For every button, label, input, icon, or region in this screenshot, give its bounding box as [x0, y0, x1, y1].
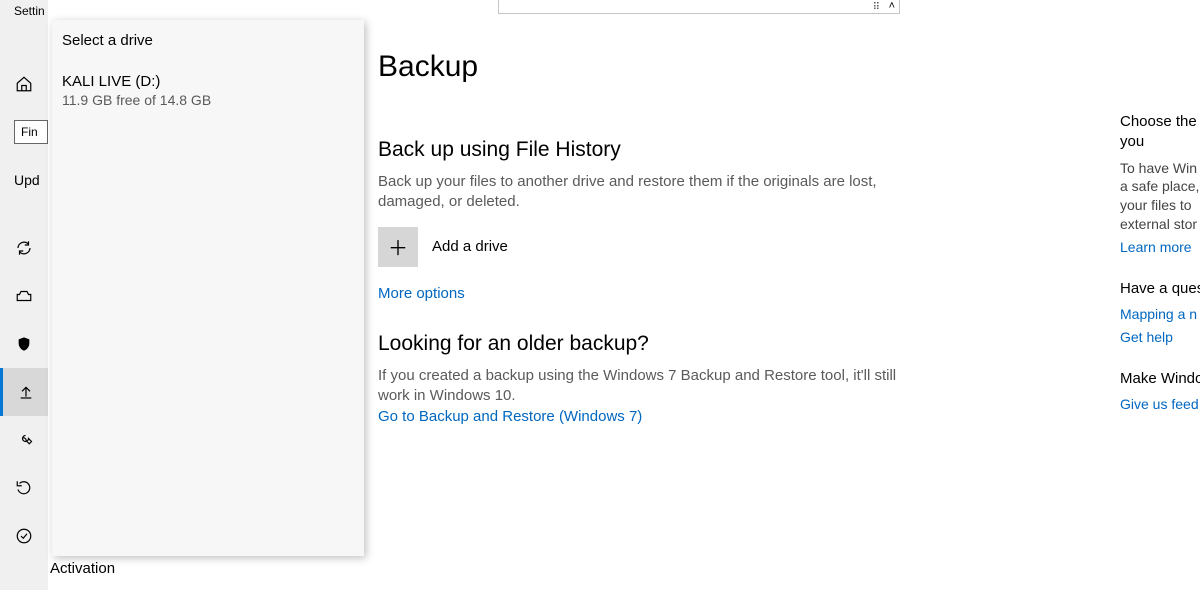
feedback-link[interactable]: Give us feed	[1120, 395, 1200, 414]
page-title: Backup	[378, 50, 1078, 84]
plus-icon: ＋	[388, 232, 408, 261]
find-setting-input[interactable]: Fin	[14, 120, 48, 144]
flyout-title: Select a drive	[62, 32, 354, 49]
help-heading-question: Have a ques	[1120, 279, 1200, 299]
activation-icon[interactable]	[0, 512, 48, 560]
update-label: Upd	[14, 172, 40, 188]
main-content: Backup Back up using File History Back u…	[378, 0, 1078, 425]
add-drive-button[interactable]: ＋	[378, 227, 418, 267]
file-history-desc: Back up your files to another drive and …	[378, 172, 928, 213]
backup-icon[interactable]	[0, 368, 48, 416]
activation-label[interactable]: Activation	[50, 560, 115, 577]
backup-restore-link[interactable]: Go to Backup and Restore (Windows 7)	[378, 408, 642, 425]
drive-option[interactable]: KALI LIVE (D:) 11.9 GB free of 14.8 GB	[62, 73, 354, 108]
recovery-icon[interactable]	[0, 464, 48, 512]
sync-icon[interactable]	[0, 224, 48, 272]
add-drive-row: ＋ Add a drive	[378, 227, 1078, 267]
get-help-link[interactable]: Get help	[1120, 328, 1200, 347]
delivery-optimization-icon[interactable]	[0, 272, 48, 320]
drive-name: KALI LIVE (D:)	[62, 73, 354, 90]
learn-more-link[interactable]: Learn more	[1120, 238, 1200, 257]
home-icon[interactable]	[0, 60, 48, 108]
select-drive-flyout: Select a drive KALI LIVE (D:) 11.9 GB fr…	[52, 20, 364, 556]
help-heading-choose: Choose the you	[1120, 112, 1200, 153]
help-heading-feedback: Make Windo	[1120, 369, 1200, 389]
settings-sidebar: Settin Fin Upd	[0, 0, 48, 590]
security-icon[interactable]	[0, 320, 48, 368]
more-options-link[interactable]: More options	[378, 285, 465, 302]
drive-free-space: 11.9 GB free of 14.8 GB	[62, 92, 354, 108]
troubleshoot-icon[interactable]	[0, 416, 48, 464]
older-backup-heading: Looking for an older backup?	[378, 332, 1078, 356]
mapping-link[interactable]: Mapping a n	[1120, 305, 1200, 324]
add-drive-label: Add a drive	[432, 238, 508, 255]
older-backup-desc: If you created a backup using the Window…	[378, 366, 928, 407]
file-history-heading: Back up using File History	[378, 138, 1078, 162]
help-column: Choose the you To have Win a safe place,…	[1120, 112, 1200, 436]
app-title: Settin	[14, 4, 45, 18]
help-body: To have Win a safe place, your files to …	[1120, 159, 1200, 235]
